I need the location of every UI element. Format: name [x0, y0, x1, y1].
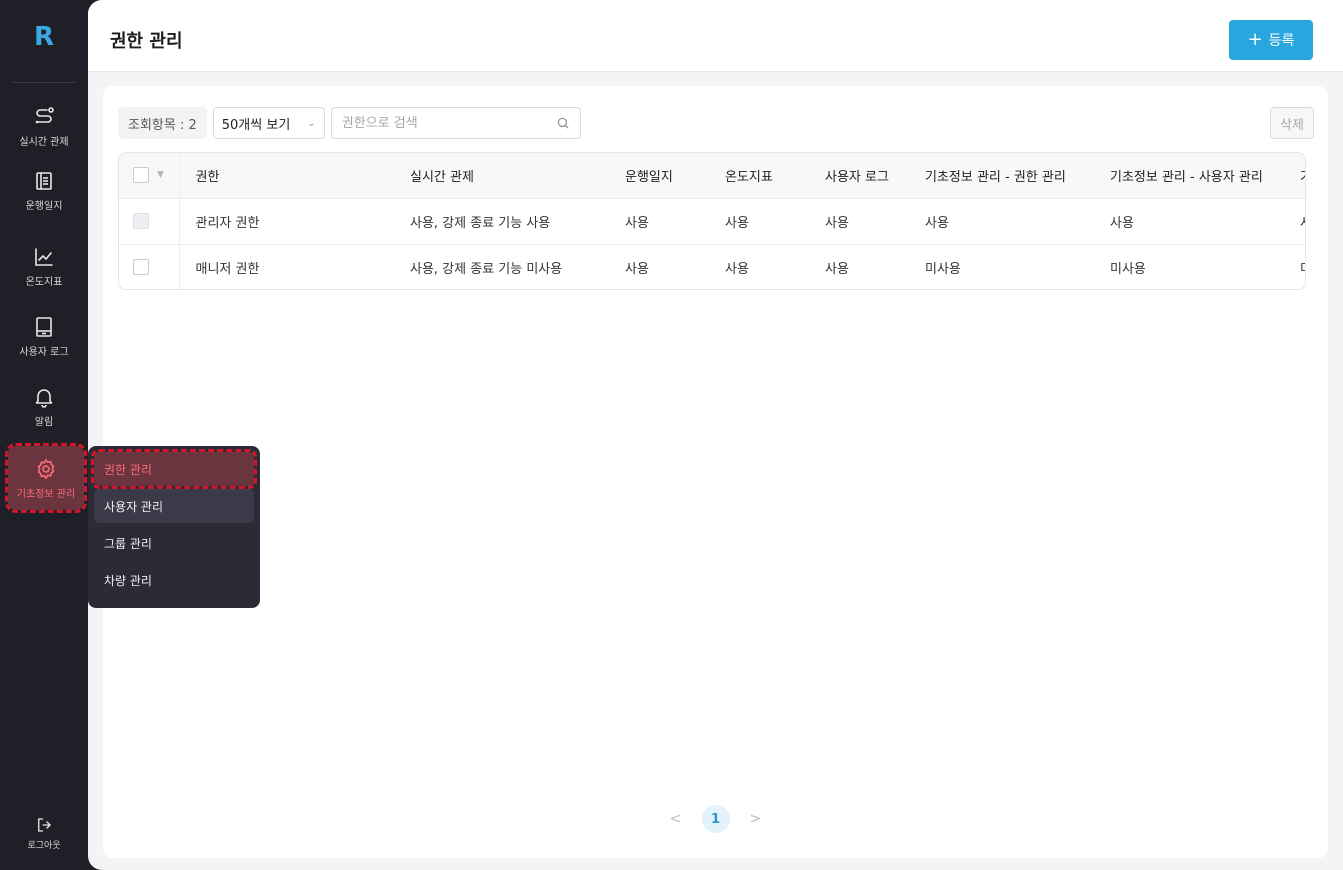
table-cell: 사용	[1284, 198, 1305, 244]
app-logo[interactable]: R	[0, 22, 88, 52]
document-icon	[32, 169, 56, 193]
toolbar: 조회항목 : 2 50개씩 보기 ⌄	[118, 107, 581, 139]
sidebar-item-label: 사용자 로그	[19, 346, 69, 358]
table-cell: 사용	[625, 215, 649, 231]
table-cell: 미사용	[1284, 244, 1305, 289]
top-bar: 권한 관리 + 등록	[88, 0, 1343, 72]
submenu-item-user-management[interactable]: 사용자 관리	[94, 489, 254, 523]
table-cell: 사용, 강제 종료 기능 사용	[410, 215, 551, 231]
column-header: 운행일지	[625, 169, 673, 185]
sidebar-item-realtime-control[interactable]: 실시간 관제	[0, 94, 88, 158]
submenu-item-group-management[interactable]: 그룹 관리	[94, 526, 254, 560]
row-select-cell	[119, 198, 180, 244]
plus-icon: +	[1247, 29, 1263, 50]
delete-button[interactable]: 삭제	[1270, 107, 1314, 139]
select-all-cell: ▼	[119, 153, 180, 198]
table-cell: 사용	[625, 261, 649, 277]
next-page-button[interactable]: >	[746, 811, 766, 827]
sidebar-item-label: 기초정보 관리	[16, 488, 76, 500]
table-cell: 미사용	[925, 261, 961, 277]
sidebar-item-label: 온도지표	[25, 276, 63, 288]
select-all-checkbox[interactable]	[133, 167, 149, 184]
row-checkbox	[133, 213, 149, 229]
column-header: 기초정보 관리 - 권한 관리	[925, 169, 1066, 185]
sidebar-item-notifications[interactable]: 알림	[0, 374, 88, 438]
logout-icon	[35, 816, 53, 834]
submenu-item-permission-management[interactable]: 권한 관리	[91, 449, 257, 489]
logo-divider	[12, 82, 76, 83]
basic-info-submenu: 권한 관리 사용자 관리 그룹 관리 차량 관리	[88, 446, 260, 608]
prev-page-button[interactable]: <	[666, 811, 686, 827]
pagination: < 1 >	[103, 804, 1328, 834]
tablet-icon	[32, 315, 56, 339]
table-cell: 사용	[725, 261, 749, 277]
table-cell: 매니저 권한	[195, 261, 260, 277]
caret-down-icon[interactable]: ▼	[157, 170, 164, 180]
chart-line-icon	[32, 245, 56, 269]
page-number-current[interactable]: 1	[701, 805, 730, 833]
register-label: 등록	[1268, 33, 1295, 49]
row-select-cell	[119, 244, 180, 289]
page-size-value: 50개씩 보기	[221, 117, 291, 133]
chevron-down-icon: ⌄	[307, 117, 316, 129]
column-header: 기초	[1284, 153, 1305, 198]
table-header-row: ▼ 권한 실시간 관제 운행일지 온도지표 사용자 로그 기초정보 관리 - 권…	[119, 153, 1305, 198]
row-checkbox[interactable]	[133, 259, 149, 276]
sidebar-item-label: 실시간 관제	[19, 136, 69, 148]
sidebar: R 실시간 관제 운행일지 온도지표 사용자 로그 알림 기초정보 관리 로그아…	[0, 0, 88, 870]
logout-label: 로그아웃	[27, 840, 61, 851]
search-box	[330, 107, 581, 139]
sidebar-item-label: 알림	[34, 416, 54, 428]
table-cell: 사용	[1110, 215, 1134, 231]
table-cell: 미사용	[1110, 261, 1146, 277]
sidebar-item-label: 운행일지	[25, 200, 63, 212]
sidebar-item-driving-log[interactable]: 운행일지	[0, 158, 88, 222]
route-icon	[32, 105, 56, 129]
table-cell: 사용	[925, 215, 949, 231]
bell-icon	[32, 385, 56, 409]
table-cell: 사용	[725, 215, 749, 231]
permission-table: ▼ 권한 실시간 관제 운행일지 온도지표 사용자 로그 기초정보 관리 - 권…	[118, 152, 1306, 290]
logout-button[interactable]: 로그아웃	[0, 808, 88, 858]
main-panel: 권한 관리 + 등록 조회항목 : 2 50개씩 보기 ⌄ 삭제	[88, 0, 1343, 870]
table-cell: 사용	[825, 215, 849, 231]
table-row[interactable]: 관리자 권한 사용, 강제 종료 기능 사용 사용 사용 사용 사용 사용 사용	[119, 198, 1305, 244]
content-card: 조회항목 : 2 50개씩 보기 ⌄ 삭제	[103, 86, 1328, 858]
table-cell: 사용, 강제 종료 기능 미사용	[410, 261, 563, 277]
page-title: 권한 관리	[110, 31, 183, 52]
search-icon[interactable]	[556, 116, 570, 130]
sidebar-item-temperature-index[interactable]: 온도지표	[0, 234, 88, 298]
column-header: 온도지표	[725, 169, 773, 185]
table-cell: 관리자 권한	[195, 215, 260, 231]
search-input[interactable]	[341, 115, 542, 131]
column-header: 사용자 로그	[825, 169, 889, 185]
column-header: 실시간 관제	[410, 169, 474, 185]
column-header: 기초정보 관리 - 사용자 관리	[1110, 169, 1263, 185]
table-row[interactable]: 매니저 권한 사용, 강제 종료 기능 미사용 사용 사용 사용 미사용 미사용…	[119, 244, 1305, 289]
result-count: 조회항목 : 2	[118, 107, 207, 139]
table-cell: 사용	[825, 261, 849, 277]
sidebar-item-user-log[interactable]: 사용자 로그	[0, 304, 88, 368]
gear-icon	[34, 457, 58, 481]
register-button[interactable]: + 등록	[1229, 20, 1313, 60]
column-header: 권한	[195, 169, 220, 185]
sidebar-item-basic-info[interactable]: 기초정보 관리	[5, 443, 87, 513]
submenu-item-vehicle-management[interactable]: 차량 관리	[94, 563, 254, 597]
page-size-select[interactable]: 50개씩 보기 ⌄	[212, 107, 325, 139]
